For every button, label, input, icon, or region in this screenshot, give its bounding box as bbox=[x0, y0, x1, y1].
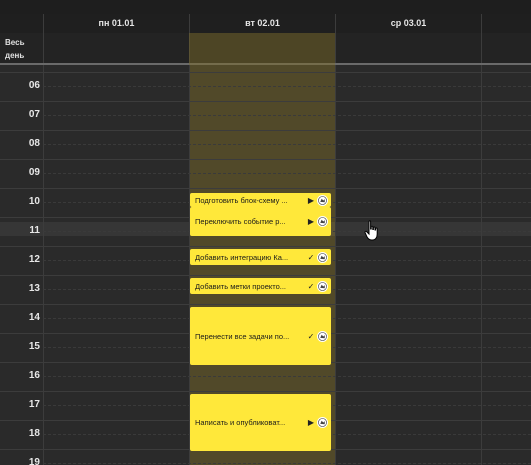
hour-gridline bbox=[0, 72, 531, 73]
calendar-week-view: пн 01.01 вт 02.01 ср 03.01 Весь день 06 0… bbox=[0, 0, 531, 465]
avatar bbox=[317, 194, 328, 206]
hour-label: 17 bbox=[28, 399, 40, 410]
day-header-wed[interactable]: ср 03.01 bbox=[335, 14, 481, 33]
all-day-label: Весь день bbox=[5, 38, 25, 60]
check-icon[interactable]: ✓ bbox=[306, 282, 316, 291]
column-divider bbox=[481, 33, 482, 63]
hour-label: 14 bbox=[28, 312, 40, 323]
play-icon[interactable]: ▶ bbox=[306, 418, 316, 427]
hour-label: 09 bbox=[28, 167, 40, 178]
day-header-next[interactable] bbox=[481, 14, 531, 33]
event-card[interactable]: Перенести все задачи по... ✓ bbox=[190, 307, 331, 365]
hour-gridline bbox=[0, 159, 531, 160]
half-hour-gridline bbox=[43, 115, 531, 116]
toolbar-strip bbox=[0, 0, 531, 14]
hour-label: 08 bbox=[28, 138, 40, 149]
event-title: Переключить событие р... bbox=[195, 217, 286, 226]
hour-gridline bbox=[0, 304, 531, 305]
hour-label: 07 bbox=[28, 109, 40, 120]
event-title: Подготовить блок-схему ... bbox=[195, 195, 288, 205]
avatar bbox=[317, 330, 328, 342]
event-card[interactable]: Переключить событие р... ▶ bbox=[190, 207, 331, 236]
hour-label: 18 bbox=[28, 428, 40, 439]
avatar bbox=[317, 417, 328, 428]
half-hour-gridline bbox=[43, 86, 531, 87]
hour-gridline bbox=[0, 391, 531, 392]
hour-label: 10 bbox=[28, 196, 40, 207]
event-card[interactable]: Добавить метки проекто... ✓ bbox=[190, 278, 331, 294]
hour-gridline bbox=[0, 275, 531, 276]
hour-label: 15 bbox=[28, 341, 40, 352]
hour-label: 12 bbox=[28, 254, 40, 265]
hour-label: 11 bbox=[29, 225, 40, 236]
event-title: Добавить интеграцию Ка... bbox=[195, 252, 289, 262]
play-icon[interactable]: ▶ bbox=[306, 196, 316, 205]
day-header-mon[interactable]: пн 01.01 bbox=[43, 14, 189, 33]
hour-label: 13 bbox=[28, 283, 40, 294]
hour-label: 19 bbox=[28, 457, 40, 465]
half-hour-gridline bbox=[43, 376, 531, 377]
day-header-row: пн 01.01 вт 02.01 ср 03.01 bbox=[0, 14, 531, 34]
hand-cursor-icon bbox=[364, 220, 378, 241]
event-title: Перенести все задачи по... bbox=[195, 331, 290, 341]
event-card[interactable]: Написать и опубликоват... ▶ bbox=[190, 394, 331, 451]
avatar bbox=[317, 216, 328, 227]
event-card[interactable]: Подготовить блок-схему ... ▶ bbox=[190, 193, 331, 207]
hour-gridline bbox=[0, 130, 531, 131]
half-hour-gridline bbox=[43, 463, 531, 464]
avatar bbox=[317, 280, 328, 292]
hour-gridline bbox=[0, 188, 531, 189]
hour-gridline bbox=[0, 246, 531, 247]
hour-label: 06 bbox=[28, 80, 40, 91]
event-title: Добавить метки проекто... bbox=[195, 281, 287, 291]
check-icon[interactable]: ✓ bbox=[306, 332, 316, 341]
column-divider bbox=[43, 33, 44, 63]
hour-label: 16 bbox=[28, 370, 40, 381]
check-icon[interactable]: ✓ bbox=[306, 253, 316, 262]
column-divider bbox=[335, 33, 336, 63]
half-hour-gridline bbox=[43, 173, 531, 174]
event-title: Написать и опубликоват... bbox=[195, 418, 286, 427]
avatar bbox=[317, 251, 328, 263]
day-header-tue[interactable]: вт 02.01 bbox=[189, 14, 335, 33]
half-hour-gridline bbox=[43, 144, 531, 145]
play-icon[interactable]: ▶ bbox=[306, 217, 316, 226]
event-card[interactable]: Добавить интеграцию Ка... ✓ bbox=[190, 249, 331, 265]
hour-gridline bbox=[0, 101, 531, 102]
